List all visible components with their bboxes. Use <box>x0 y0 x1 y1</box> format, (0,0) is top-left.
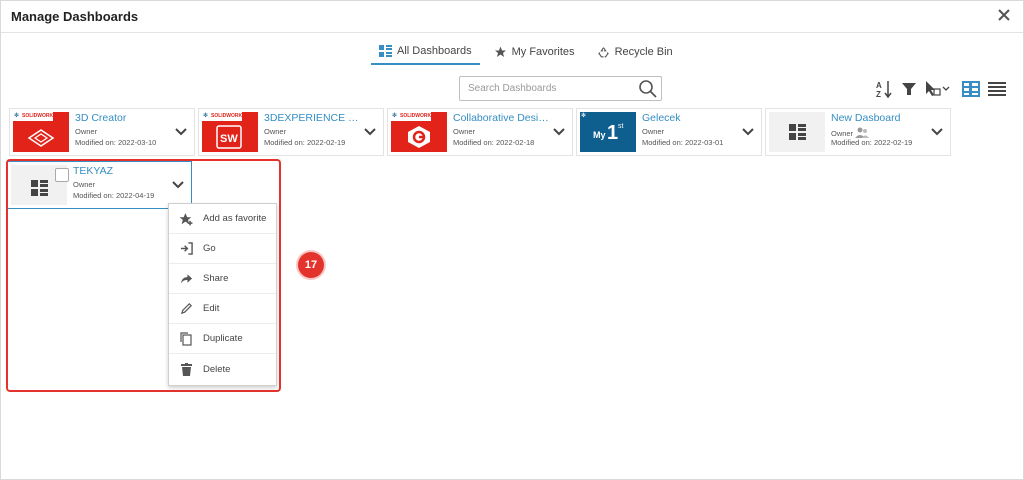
manage-dashboards-dialog: Manage Dashboards All Dashboards My Favo… <box>0 0 1024 480</box>
duplicate-icon <box>169 331 203 346</box>
share-icon <box>169 273 203 285</box>
dashboard-thumbnail: ✻ SOLIDWORKS <box>391 112 447 152</box>
tab-recycle-bin[interactable]: Recycle Bin <box>589 39 681 65</box>
thumb-sup: st <box>618 123 624 130</box>
tab-label: Recycle Bin <box>614 46 673 58</box>
dashboard-name[interactable]: 3D Creator <box>75 112 126 124</box>
dashboard-modified: Modified on: 2022-02-19 <box>831 138 913 147</box>
menu-item-add-favorite[interactable]: Add as favorite <box>169 204 276 234</box>
svg-text:A: A <box>876 81 882 90</box>
collaborative-design-icon <box>408 126 430 148</box>
dashboard-card[interactable]: ✻ SOLIDWORKS SW 3DEXPERIENCE S... Owner … <box>198 108 384 156</box>
dashboard-owner: Owner <box>453 127 476 136</box>
dashboard-card[interactable]: ✻ SOLIDWORKS 3D Creator Owner Modified o… <box>9 108 195 156</box>
star-icon <box>494 46 506 57</box>
dashboard-card[interactable]: ✻ My 1 st Gelecek Owner Modified on: 202… <box>576 108 762 156</box>
dashboard-owner: Owner <box>264 127 287 136</box>
dashboard-thumbnail <box>769 112 825 152</box>
solidworks-sw-icon: SW <box>216 125 242 149</box>
dashboard-name[interactable]: 3DEXPERIENCE S... <box>264 112 360 124</box>
menu-item-label: Edit <box>203 303 220 314</box>
chevron-down-icon[interactable] <box>741 125 755 139</box>
menu-item-label: Go <box>203 243 216 254</box>
menu-item-label: Delete <box>203 363 231 375</box>
tile-view-icon[interactable] <box>961 78 981 100</box>
3d-creator-icon <box>27 129 55 147</box>
list-view-icon[interactable] <box>987 78 1007 100</box>
svg-text:Z: Z <box>876 90 881 99</box>
search-icon[interactable] <box>638 79 658 104</box>
recycle-icon <box>597 46 609 57</box>
dashboard-owner: Owner <box>642 127 665 136</box>
chevron-down-icon[interactable] <box>930 125 944 139</box>
tab-label: My Favorites <box>511 46 575 58</box>
dialog-titlebar: Manage Dashboards <box>1 1 1023 33</box>
brand-label: SOLIDWORKS <box>22 113 57 119</box>
search-input[interactable] <box>460 77 636 100</box>
menu-item-label: Add as favorite <box>203 213 267 224</box>
dialog-title: Manage Dashboards <box>11 9 139 24</box>
thumb-text: My <box>593 130 606 140</box>
chevron-down-icon[interactable] <box>174 125 188 139</box>
svg-text:SW: SW <box>220 133 238 145</box>
3ds-logo-icon: ✻ <box>581 113 587 119</box>
step-badge: 17 <box>298 252 324 278</box>
close-icon[interactable] <box>995 7 1013 25</box>
dashboard-modified: Modified on: 2022-03-01 <box>642 138 724 147</box>
filter-icon[interactable] <box>899 78 919 100</box>
dashboard-owner: Owner <box>75 127 98 136</box>
owner-label: Owner <box>831 129 854 138</box>
menu-item-delete[interactable]: Delete <box>169 354 276 384</box>
menu-item-label: Share <box>203 273 229 284</box>
thumb-big: 1 <box>607 122 619 144</box>
delete-trash-icon <box>169 362 203 376</box>
card-context-menu: Add as favorite Go Share Edit Duplicate <box>168 203 277 386</box>
dashboard-tabs: All Dashboards My Favorites Recycle Bin <box>371 39 687 67</box>
menu-item-duplicate[interactable]: Duplicate <box>169 324 276 354</box>
dashboard-grid-icon <box>379 45 392 57</box>
chevron-down-icon[interactable] <box>363 125 377 139</box>
menu-item-edit[interactable]: Edit <box>169 294 276 324</box>
chevron-down-icon[interactable] <box>552 125 566 139</box>
dashboard-name[interactable]: Collaborative Desig... <box>453 112 549 124</box>
dashboard-card[interactable]: ✻ SOLIDWORKS Collaborative Desig... Owne… <box>387 108 573 156</box>
dashboard-card[interactable]: New Dasboard Owner Modified on: 2022-02-… <box>765 108 951 156</box>
sort-az-icon[interactable]: A Z <box>874 78 894 100</box>
3ds-logo-icon: ✻ <box>392 113 398 119</box>
tab-my-favorites[interactable]: My Favorites <box>486 39 583 65</box>
dashboard-generic-icon <box>789 124 806 140</box>
dashboard-owner: Owner <box>831 127 870 138</box>
dashboard-modified: Modified on: 2022-03-10 <box>75 138 157 147</box>
go-enter-icon <box>169 242 203 255</box>
menu-item-share[interactable]: Share <box>169 264 276 294</box>
dashboard-name[interactable]: Gelecek <box>642 112 681 124</box>
dashboard-thumbnail: ✻ My 1 st <box>580 112 636 152</box>
dashboard-modified: Modified on: 2022-02-19 <box>264 138 346 147</box>
dashboard-thumbnail: ✻ SOLIDWORKS SW <box>202 112 258 152</box>
tab-label: All Dashboards <box>397 45 472 57</box>
dashboard-modified: Modified on: 2022-02-18 <box>453 138 535 147</box>
dashboard-name[interactable]: New Dasboard <box>831 112 900 124</box>
search-box <box>459 76 662 101</box>
brand-label: SOLIDWORKS <box>211 113 246 119</box>
tab-all-dashboards[interactable]: All Dashboards <box>371 39 480 65</box>
edit-pencil-icon <box>169 302 203 315</box>
3ds-logo-icon: ✻ <box>14 113 20 119</box>
shared-users-icon <box>855 127 870 138</box>
star-add-icon <box>169 212 203 226</box>
3ds-logo-icon: ✻ <box>203 113 209 119</box>
select-cursor-icon[interactable] <box>923 78 951 100</box>
dashboard-thumbnail: ✻ SOLIDWORKS <box>13 112 69 152</box>
menu-item-label: Duplicate <box>203 333 243 344</box>
menu-item-go[interactable]: Go <box>169 234 276 264</box>
brand-label: SOLIDWORKS <box>400 113 435 119</box>
